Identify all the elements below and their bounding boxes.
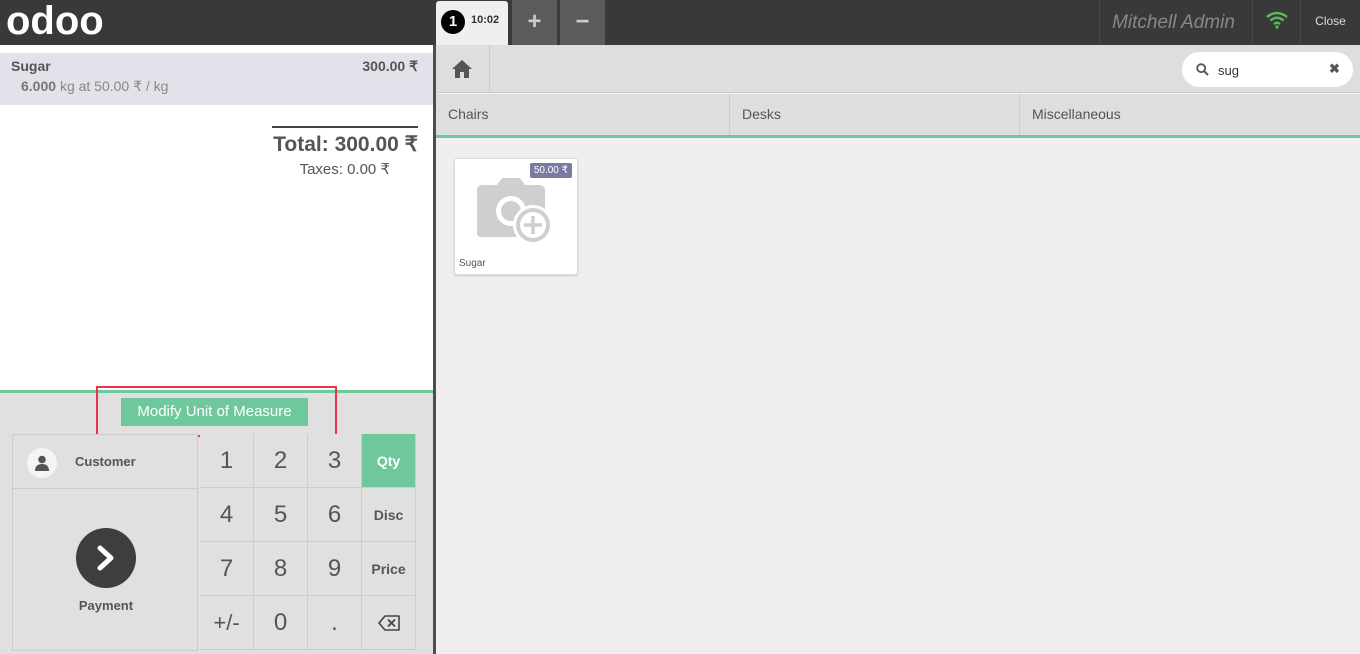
product-name: Sugar <box>459 258 486 269</box>
mode-price-button[interactable]: Price <box>362 542 416 596</box>
numpad: 1 2 3 Qty 4 5 6 Disc 7 8 9 Price +/- 0 . <box>200 434 417 651</box>
product-pane: ✖ Chairs Desks Miscellaneous 50.00 ₹ Sug… <box>436 45 1360 654</box>
add-order-button[interactable]: + <box>512 0 557 45</box>
chevron-right-icon <box>76 528 136 588</box>
payment-button[interactable]: Payment <box>13 490 199 652</box>
odoo-logo: odoo <box>6 3 104 41</box>
order-line-quantity: 6.000 <box>21 78 57 94</box>
wifi-icon <box>1266 11 1288 29</box>
numpad-key-0[interactable]: 0 <box>254 596 308 650</box>
camera-add-icon <box>477 178 553 245</box>
mode-disc-button[interactable]: Disc <box>362 488 416 542</box>
mode-qty-button[interactable]: Qty <box>362 434 416 488</box>
category-bar: Chairs Desks Miscellaneous <box>436 94 1360 138</box>
order-number-badge: 1 <box>441 10 465 34</box>
top-bar: odoo 1 10:02 + − Mitchell Admin Close <box>0 0 1360 45</box>
user-icon <box>27 448 57 478</box>
numpad-key-1[interactable]: 1 <box>200 434 254 488</box>
order-line-unit-info: kg at 50.00 ₹ / kg <box>59 78 169 94</box>
search-input[interactable] <box>1218 59 1318 81</box>
numpad-key-5[interactable]: 5 <box>254 488 308 542</box>
order-tab[interactable]: 1 10:02 <box>436 1 508 45</box>
modify-uom-button[interactable]: Modify Unit of Measure <box>121 398 308 426</box>
order-taxes: Taxes: 0.00 ₹ <box>299 161 390 178</box>
order-time: 10:02 <box>471 14 500 26</box>
summary-divider <box>272 126 418 128</box>
numpad-key-2[interactable]: 2 <box>254 434 308 488</box>
username[interactable]: Mitchell Admin <box>1099 0 1247 45</box>
product-card-sugar[interactable]: 50.00 ₹ Sugar <box>454 158 578 275</box>
remove-order-button[interactable]: − <box>560 0 605 45</box>
numpad-key-4[interactable]: 4 <box>200 488 254 542</box>
home-icon <box>452 60 472 78</box>
backspace-button[interactable] <box>362 596 416 650</box>
numpad-key-6[interactable]: 6 <box>308 488 362 542</box>
close-button[interactable]: Close <box>1300 0 1360 45</box>
numpad-key-plusminus[interactable]: +/- <box>200 596 254 650</box>
product-header: ✖ <box>436 45 1360 93</box>
backspace-icon <box>377 615 400 631</box>
payment-label: Payment <box>78 598 134 613</box>
customer-button[interactable]: Customer <box>13 435 199 489</box>
home-button[interactable] <box>436 45 490 93</box>
numpad-key-dot[interactable]: . <box>308 596 362 650</box>
numpad-key-7[interactable]: 7 <box>200 542 254 596</box>
order-pane: Sugar 300.00 ₹ 6.000 kg at 50.00 ₹ / kg … <box>0 45 433 654</box>
category-miscellaneous[interactable]: Miscellaneous <box>1020 94 1360 135</box>
numpad-key-3[interactable]: 3 <box>308 434 362 488</box>
control-panel: Modify Unit of Measure Customer Payment … <box>0 386 433 654</box>
search-box: ✖ <box>1182 52 1353 87</box>
clear-search-icon[interactable]: ✖ <box>1329 61 1340 77</box>
svg-text:odoo: odoo <box>6 3 104 41</box>
order-line[interactable]: Sugar 300.00 ₹ 6.000 kg at 50.00 ₹ / kg <box>0 53 433 105</box>
product-price-tag: 50.00 ₹ <box>529 163 572 178</box>
search-icon <box>1196 63 1209 76</box>
customer-label: Customer <box>75 454 136 469</box>
order-line-product: Sugar <box>11 58 51 74</box>
category-chairs[interactable]: Chairs <box>436 94 730 135</box>
order-line-price: 300.00 ₹ <box>362 58 418 74</box>
order-total: Total: 300.00 ₹ <box>273 133 418 156</box>
order-line-info: 6.000 kg at 50.00 ₹ / kg <box>21 78 168 95</box>
connection-status[interactable] <box>1252 0 1300 45</box>
numpad-key-8[interactable]: 8 <box>254 542 308 596</box>
action-pad: Customer Payment <box>12 434 199 652</box>
category-desks[interactable]: Desks <box>730 94 1020 135</box>
numpad-key-9[interactable]: 9 <box>308 542 362 596</box>
